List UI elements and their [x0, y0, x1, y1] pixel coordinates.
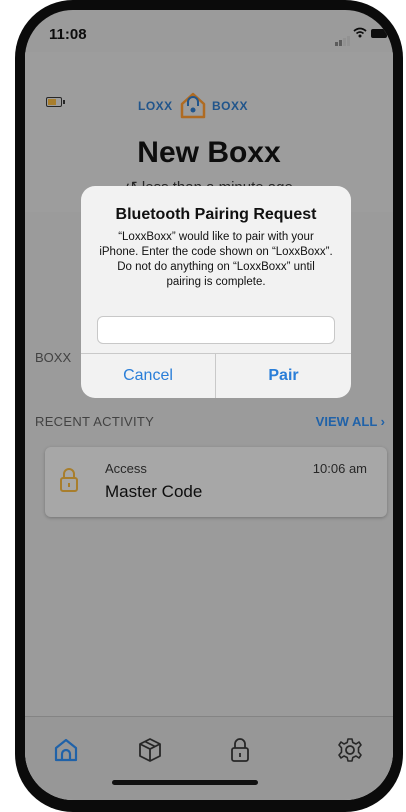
dialog-title: Bluetooth Pairing Request — [115, 206, 317, 223]
dialog-backdrop — [25, 10, 393, 800]
app-screen: 11:08 LOXX BOXX New Boxx ↺ less than a m… — [25, 10, 393, 800]
pairing-code-input[interactable] — [97, 316, 335, 344]
cancel-button[interactable]: Cancel — [81, 354, 216, 398]
bluetooth-pairing-dialog: Bluetooth Pairing Request “LoxxBoxx” wou… — [81, 186, 351, 398]
dialog-message: “LoxxBoxx” would like to pair with your … — [99, 231, 333, 288]
pair-button[interactable]: Pair — [216, 354, 351, 398]
home-indicator[interactable] — [112, 780, 258, 785]
